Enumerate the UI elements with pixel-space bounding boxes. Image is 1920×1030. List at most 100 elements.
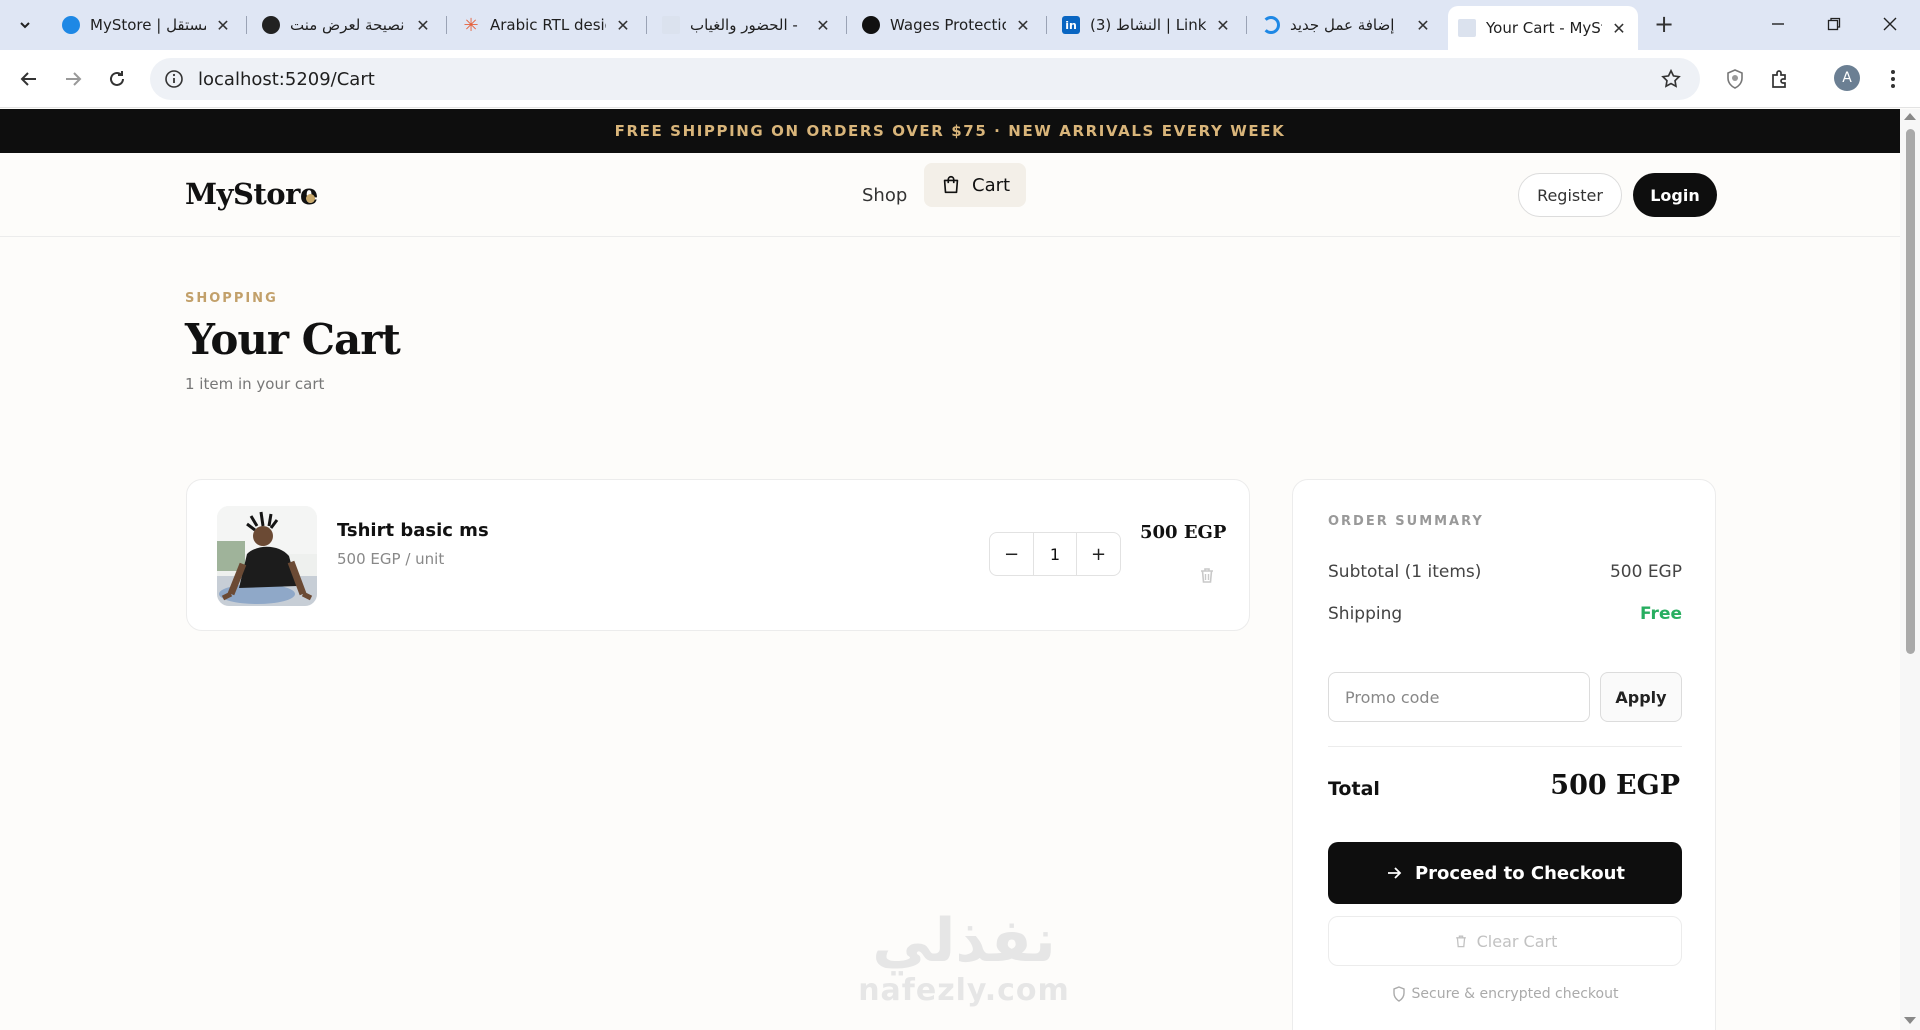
browser-tab-active[interactable]: Your Cart - MyStore ✕: [1448, 6, 1638, 50]
watermark-arabic: نفذلي: [872, 906, 1056, 976]
page-favicon-icon: [1458, 19, 1476, 37]
apply-promo-button[interactable]: Apply: [1600, 672, 1682, 722]
close-icon[interactable]: ✕: [1414, 16, 1432, 35]
arrow-right-icon: [1387, 867, 1402, 879]
reload-icon: [110, 71, 124, 86]
browser-toolbar: localhost:5209/Cart A: [0, 50, 1920, 108]
store-logo[interactable]: MyStore: [185, 177, 318, 211]
secure-checkout-note: Secure & encrypted checkout: [1328, 986, 1682, 1002]
close-icon: [1883, 17, 1897, 31]
arrow-left-icon: [20, 72, 36, 86]
close-icon[interactable]: ✕: [1014, 16, 1032, 35]
new-tab-button[interactable]: +: [1650, 10, 1678, 38]
quantity-value[interactable]: 1: [1034, 545, 1076, 564]
close-icon[interactable]: ✕: [1214, 16, 1232, 35]
browser-tab-3[interactable]: ✳ Arabic RTL design ✕: [452, 8, 642, 42]
tab-title: Arabic RTL design: [490, 16, 606, 34]
clear-cart-label: Clear Cart: [1476, 931, 1558, 951]
total-label: Total: [1328, 778, 1380, 800]
trash-icon[interactable]: [1197, 565, 1217, 585]
product-unit-price: 500 EGP / unit: [337, 550, 445, 568]
cart-item-card: Tshirt basic ms 500 EGP / unit − 1 + 500…: [186, 479, 1250, 631]
order-summary-heading: ORDER SUMMARY: [1328, 514, 1484, 529]
proceed-to-checkout-button[interactable]: Proceed to Checkout: [1328, 842, 1682, 904]
address-bar[interactable]: localhost:5209/Cart: [150, 58, 1700, 100]
subtotal-row: Subtotal (1 items) 500 EGP: [1328, 562, 1682, 582]
site-favicon-icon: [62, 16, 80, 34]
checkout-label: Proceed to Checkout: [1414, 862, 1626, 884]
close-icon[interactable]: ✕: [814, 16, 832, 35]
close-window-button[interactable]: [1870, 8, 1910, 40]
bookmark-star-icon[interactable]: [1660, 68, 1682, 90]
scroll-down-arrow-icon[interactable]: [1904, 1017, 1916, 1024]
decrease-quantity-button[interactable]: −: [990, 533, 1034, 575]
trash-icon: [1455, 935, 1466, 948]
tab-search-button[interactable]: [10, 10, 40, 40]
promo-code-input[interactable]: [1328, 672, 1590, 722]
nav-cart-link[interactable]: Cart: [924, 163, 1027, 207]
scroll-up-arrow-icon[interactable]: [1904, 113, 1916, 120]
tab-title: إضافة عمل جديد: [1290, 16, 1395, 34]
restore-button[interactable]: [1814, 8, 1854, 40]
page-scrollbar[interactable]: [1900, 109, 1920, 1030]
order-summary: ORDER SUMMARY Subtotal (1 items) 500 EGP…: [1292, 479, 1716, 1030]
browser-tab-2[interactable]: نصيحة لعرض منت ✕: [252, 8, 442, 42]
linkedin-favicon-icon: in: [1062, 16, 1080, 34]
tab-title: (3) النشاط | LinkedIn: [1090, 16, 1206, 34]
browser-tab-1[interactable]: MyStore | مستقل ✕: [52, 8, 242, 42]
watermark-latin: nafezly.com: [858, 973, 1070, 1008]
browser-tabstrip: MyStore | مستقل ✕ نصيحة لعرض منت ✕ ✳ Ara…: [0, 0, 1920, 50]
browser-tab-7[interactable]: إضافة عمل جديد ✕: [1252, 8, 1442, 42]
back-button[interactable]: [14, 64, 44, 94]
browser-tab-5[interactable]: Wages Protection ✕: [852, 8, 1042, 42]
profile-avatar[interactable]: A: [1834, 65, 1860, 91]
loading-favicon-icon: [1262, 16, 1280, 34]
logo-dot: [306, 194, 315, 203]
scrollbar-thumb[interactable]: [1906, 129, 1915, 654]
register-button[interactable]: Register: [1518, 173, 1622, 217]
page-viewport: FREE SHIPPING ON ORDERS OVER $75 · NEW A…: [0, 109, 1900, 1030]
url-text: localhost:5209/Cart: [198, 68, 375, 90]
login-button[interactable]: Login: [1633, 173, 1717, 217]
product-name[interactable]: Tshirt basic ms: [337, 520, 489, 541]
watermark: نفذلي nafezly.com: [854, 909, 1074, 1008]
tab-title: الحضور والغياب -: [690, 16, 798, 34]
shipping-label: Shipping: [1328, 604, 1403, 624]
close-icon[interactable]: ✕: [614, 16, 632, 35]
info-icon[interactable]: [164, 69, 184, 89]
browser-tab-6[interactable]: in (3) النشاط | LinkedIn ✕: [1052, 8, 1242, 42]
site-header: MyStore Shop Cart Register Login: [0, 153, 1900, 237]
minimize-button[interactable]: [1758, 8, 1798, 40]
page-title: Your Cart: [185, 315, 401, 364]
reload-button[interactable]: [102, 64, 132, 94]
summary-divider: [1328, 746, 1682, 747]
extension-shield-button[interactable]: [1720, 64, 1750, 94]
quantity-stepper: − 1 +: [989, 532, 1121, 576]
product-image[interactable]: [217, 506, 317, 606]
shield-icon: [1727, 69, 1743, 89]
extensions-button[interactable]: [1765, 64, 1795, 94]
increase-quantity-button[interactable]: +: [1076, 533, 1120, 575]
tab-title: MyStore | مستقل: [90, 16, 206, 34]
asterisk-favicon-icon: ✳: [463, 14, 479, 36]
minimize-icon: [1772, 23, 1784, 25]
clear-cart-button[interactable]: Clear Cart: [1328, 916, 1682, 966]
close-icon[interactable]: ✕: [214, 16, 232, 35]
forward-button[interactable]: [58, 64, 88, 94]
shield-favicon-icon: [862, 16, 880, 34]
chevron-down-icon: [20, 22, 30, 29]
kebab-menu-icon: [1891, 70, 1895, 88]
secure-checkout-text: Secure & encrypted checkout: [1411, 986, 1619, 1002]
line-total: 500 EGP: [1140, 522, 1227, 543]
browser-tab-4[interactable]: الحضور والغياب - ✕: [652, 8, 842, 42]
restore-icon: [1827, 17, 1841, 31]
product-photo: [217, 506, 317, 606]
subtotal-label: Subtotal (1 items): [1328, 562, 1482, 582]
close-icon[interactable]: ✕: [1610, 19, 1628, 38]
browser-menu-button[interactable]: [1878, 64, 1908, 94]
page-eyebrow: SHOPPING: [185, 291, 278, 306]
nav-shop-link[interactable]: Shop: [848, 173, 921, 217]
cart-item-count: 1 item in your cart: [185, 375, 325, 393]
puzzle-icon: [1772, 70, 1786, 88]
close-icon[interactable]: ✕: [414, 16, 432, 35]
